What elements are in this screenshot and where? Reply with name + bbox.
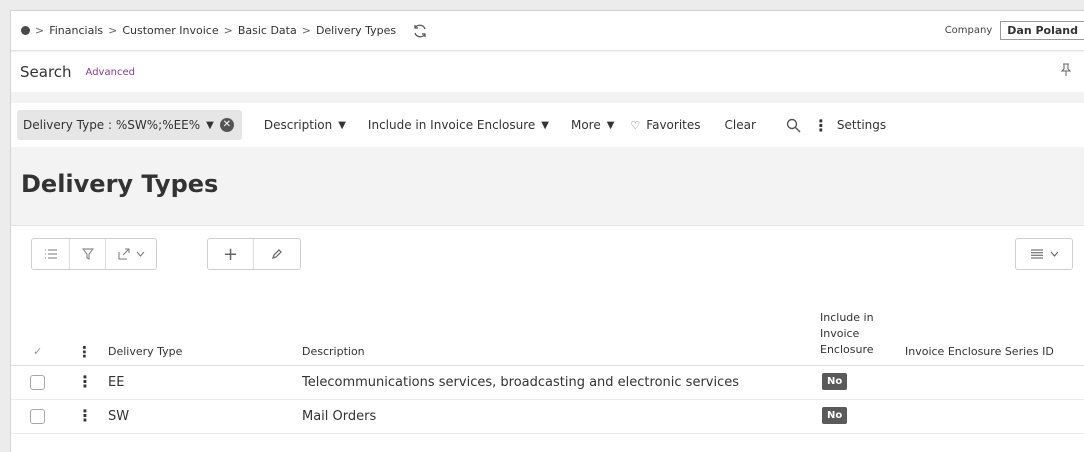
- search-title: Search: [20, 63, 72, 81]
- chevron-down-icon: [136, 251, 144, 257]
- cell-description: Telecommunications services, broadcastin…: [302, 375, 740, 390]
- table-layout-icon: [1030, 249, 1043, 259]
- pencil-icon: [272, 249, 282, 259]
- page-title: Delivery Types: [21, 170, 219, 198]
- caret-down-icon: ▼: [206, 119, 214, 131]
- table-layout-button[interactable]: [1015, 238, 1073, 270]
- company-value[interactable]: Dan Poland: [1000, 21, 1084, 40]
- top-bar: > Financials > Customer Invoice > Basic …: [11, 11, 1084, 51]
- column-header-delivery-type[interactable]: Delivery Type: [108, 345, 182, 358]
- breadcrumb-separator-icon: >: [301, 24, 311, 37]
- filter-button[interactable]: [70, 239, 106, 269]
- cell-description: Mail Orders: [302, 409, 377, 424]
- export-button[interactable]: [106, 239, 156, 269]
- filter-label: Include in Invoice Enclosure: [367, 118, 536, 132]
- list-icon: [44, 249, 57, 259]
- favorites-button[interactable]: ♡ Favorites: [630, 118, 700, 132]
- breadcrumb-item-basic-data[interactable]: Basic Data: [238, 24, 297, 37]
- search-icon[interactable]: [786, 118, 801, 133]
- breadcrumb-separator-icon: >: [108, 24, 118, 37]
- description-filter[interactable]: Description ▼: [264, 118, 346, 132]
- row-menu-icon[interactable]: ⋮: [77, 406, 93, 425]
- filter-label: More: [570, 118, 601, 132]
- column-menu-icon[interactable]: ⋮: [77, 343, 92, 361]
- edit-toolbar-group: +: [207, 238, 301, 270]
- filter-icon: [81, 248, 94, 260]
- delivery-type-filter-chip[interactable]: Delivery Type : %SW%;%EE% ▼ ✕: [17, 110, 242, 140]
- column-header-line: Include in: [820, 311, 874, 324]
- row-checkbox[interactable]: [30, 375, 45, 390]
- table-row[interactable]: ⋮ EE Telecommunications services, broadc…: [11, 366, 1084, 400]
- include-badge: No: [822, 373, 848, 390]
- list-view-button[interactable]: [32, 239, 70, 269]
- table-row[interactable]: ⋮ SW Mail Orders No: [11, 400, 1084, 434]
- select-all-checkmark-icon[interactable]: ✓: [33, 345, 42, 358]
- list-card: + ✓ ⋮ Delivery Type Description Include …: [11, 225, 1084, 452]
- filter-bar: Delivery Type : %SW%;%EE% ▼ ✕ Descriptio…: [11, 103, 1084, 147]
- pin-icon[interactable]: [1060, 63, 1072, 80]
- plus-icon: +: [222, 243, 239, 265]
- edit-button[interactable]: [254, 239, 300, 269]
- clear-button[interactable]: Clear: [725, 118, 756, 132]
- breadcrumb-separator-icon: >: [35, 24, 45, 37]
- column-header-include-in-invoice-enclosure[interactable]: Include in Invoice Enclosure: [820, 310, 874, 358]
- column-header-line: Enclosure: [820, 343, 874, 356]
- favorites-label: Favorites: [646, 118, 701, 132]
- app-frame: > Financials > Customer Invoice > Basic …: [10, 10, 1084, 452]
- heart-icon: ♡: [630, 118, 641, 132]
- table-header: ✓ ⋮ Delivery Type Description Include in…: [11, 288, 1084, 366]
- include-badge: No: [822, 407, 848, 424]
- home-icon[interactable]: [21, 26, 30, 35]
- breadcrumb-separator-icon: >: [223, 24, 233, 37]
- column-header-line: Invoice: [820, 327, 860, 340]
- include-in-invoice-enclosure-filter[interactable]: Include in Invoice Enclosure ▼: [368, 118, 549, 132]
- filter-chip-label: Delivery Type : %SW%;%EE%: [23, 118, 201, 132]
- row-menu-icon[interactable]: ⋮: [77, 372, 93, 391]
- caret-down-icon: ▼: [338, 119, 346, 131]
- settings-button[interactable]: Settings: [837, 118, 886, 132]
- caret-down-icon: ▼: [606, 119, 615, 131]
- caret-down-icon: ▼: [541, 119, 549, 131]
- column-header-invoice-enclosure-series-id[interactable]: Invoice Enclosure Series ID: [905, 345, 1054, 358]
- breadcrumb-item-financials[interactable]: Financials: [49, 24, 103, 37]
- cell-delivery-type: SW: [108, 409, 130, 424]
- filter-label: Description: [263, 118, 333, 132]
- more-options-icon[interactable]: ⋮: [813, 116, 829, 135]
- refresh-icon[interactable]: [412, 23, 428, 39]
- breadcrumb-item-delivery-types: Delivery Types: [315, 24, 397, 37]
- add-button[interactable]: +: [208, 239, 254, 269]
- chevron-down-icon: [1050, 251, 1058, 257]
- advanced-search-link[interactable]: Advanced: [86, 67, 135, 78]
- list-toolbar-group: [31, 238, 157, 270]
- column-header-description[interactable]: Description: [302, 345, 365, 358]
- breadcrumb-item-customer-invoice[interactable]: Customer Invoice: [122, 24, 218, 37]
- company-selector: Company Dan Poland: [945, 21, 1084, 40]
- remove-filter-icon[interactable]: ✕: [219, 118, 234, 132]
- company-label: Company: [944, 25, 993, 36]
- more-filters[interactable]: More ▼: [571, 118, 614, 132]
- search-header: Search Advanced: [11, 52, 1084, 92]
- row-checkbox[interactable]: [30, 409, 45, 424]
- export-icon: [118, 248, 129, 260]
- cell-delivery-type: EE: [108, 375, 125, 390]
